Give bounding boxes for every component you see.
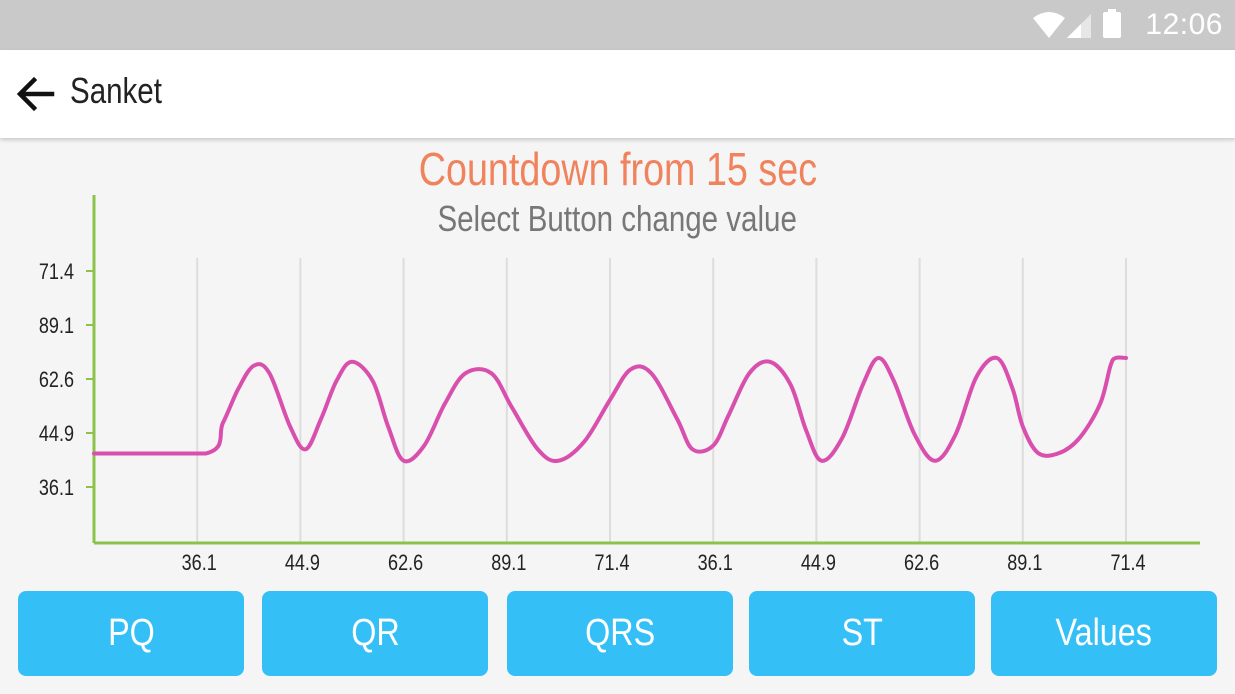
y-tick-label: 36.1 bbox=[39, 476, 74, 500]
x-tick-label: 62.6 bbox=[904, 551, 939, 575]
values-button-label: Values bbox=[1055, 612, 1153, 654]
st-button-label: ST bbox=[841, 612, 883, 654]
st-button[interactable]: ST bbox=[749, 591, 975, 676]
y-tick-label: 89.1 bbox=[39, 314, 74, 338]
pq-button-label: PQ bbox=[107, 612, 155, 654]
x-tick-label: 44.9 bbox=[285, 551, 320, 575]
ecg-line-chart: 71.4 89.1 62.6 44.9 36.1 36.1 44.9 62.6 89.1 71.4… bbox=[39, 195, 1200, 575]
x-tick-label: 36.1 bbox=[182, 551, 217, 575]
qr-button-label: QR bbox=[350, 612, 400, 654]
x-tick-label: 71.4 bbox=[1110, 551, 1145, 575]
y-tick-label: 62.6 bbox=[39, 368, 74, 392]
qr-button[interactable]: QR bbox=[262, 591, 488, 676]
x-tick-label: 89.1 bbox=[1007, 551, 1042, 575]
x-tick-label: 36.1 bbox=[698, 551, 733, 575]
button-row: PQ QR QRS ST Values bbox=[0, 591, 1235, 676]
y-tick-label: 44.9 bbox=[39, 422, 74, 446]
y-tick-label: 71.4 bbox=[39, 260, 74, 284]
x-tick-label: 71.4 bbox=[594, 551, 629, 575]
qrs-button[interactable]: QRS bbox=[507, 591, 733, 676]
x-tick-label: 62.6 bbox=[388, 551, 423, 575]
x-tick-label: 89.1 bbox=[491, 551, 526, 575]
values-button[interactable]: Values bbox=[991, 591, 1217, 676]
x-tick-label: 44.9 bbox=[801, 551, 836, 575]
qrs-button-label: QRS bbox=[584, 612, 655, 654]
pq-button[interactable]: PQ bbox=[18, 591, 244, 676]
